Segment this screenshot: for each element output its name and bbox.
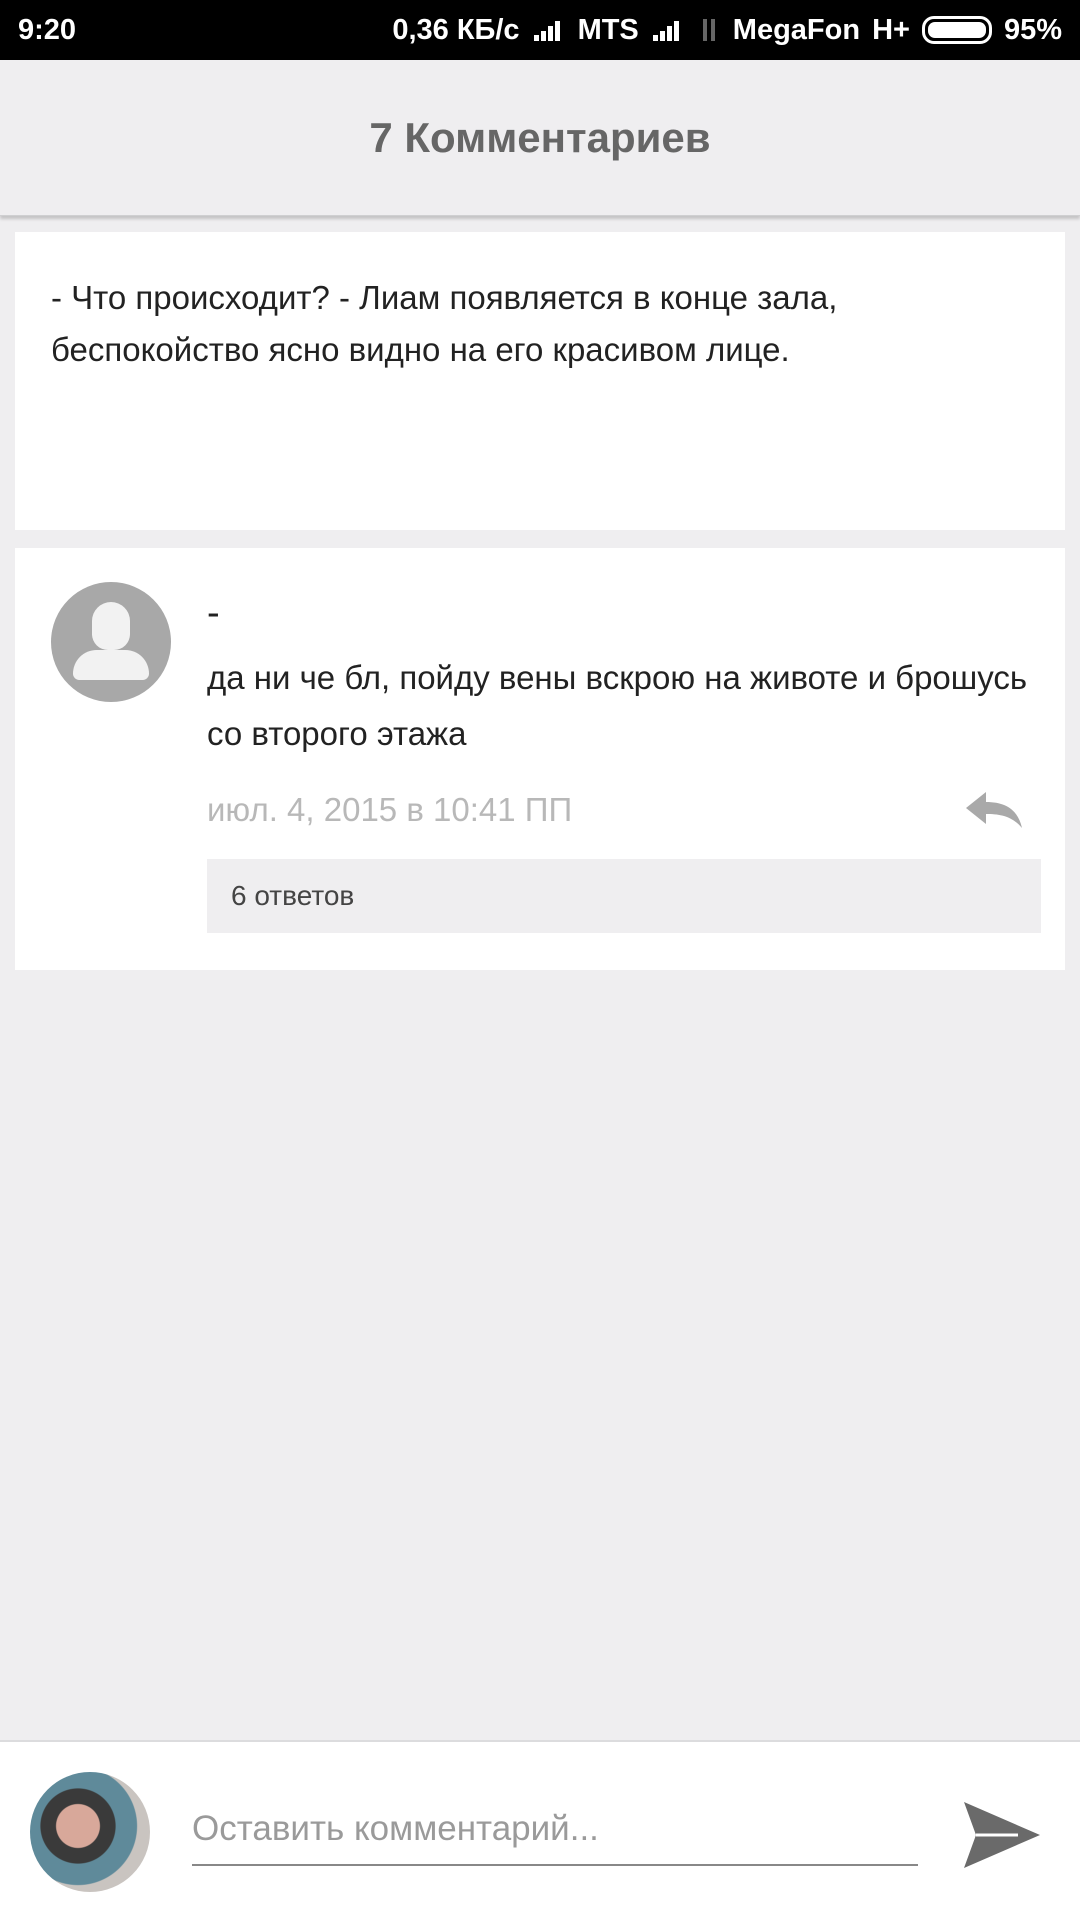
view-replies-button[interactable]: 6 ответов — [207, 859, 1041, 933]
signal-icon-2 — [651, 17, 685, 43]
send-button[interactable] — [958, 1792, 1044, 1878]
data-transfer-icon — [697, 17, 721, 43]
replies-count: 6 ответов — [231, 880, 355, 911]
comment-composer — [0, 1740, 1080, 1920]
battery-icon — [921, 16, 992, 44]
signal-icon — [532, 17, 566, 43]
send-icon — [964, 1802, 1040, 1868]
battery-percent: 95% — [1003, 13, 1062, 46]
page-title: 7 Комментариев — [369, 113, 711, 161]
status-bar: 9:20 0,36 КБ/с MTS MegaFon H+ 95% — [0, 0, 1080, 60]
comment-item: - да ни че бл, пойду вены вскрою на живо… — [15, 548, 1065, 970]
carrier-1: MTS — [577, 13, 639, 46]
excerpt-text: - Что происходит? - Лиам появляется в ко… — [51, 279, 838, 368]
user-avatar — [30, 1772, 150, 1892]
comment-author[interactable]: - — [207, 588, 1037, 638]
avatar-shoulders-shape — [73, 650, 149, 680]
comment-input[interactable] — [192, 1794, 918, 1866]
avatar-head-shape — [92, 602, 130, 650]
network-type: H+ — [872, 13, 910, 46]
story-excerpt: - Что происходит? - Лиам появляется в ко… — [15, 232, 1065, 530]
status-time: 9:20 — [18, 13, 77, 46]
comment-text: да ни че бл, пойду вены вскрою на животе… — [207, 659, 1028, 752]
network-speed: 0,36 КБ/с — [392, 13, 520, 46]
status-indicators: 0,36 КБ/с MTS MegaFon H+ 95% — [392, 14, 1062, 47]
comment-date: июл. 4, 2015 в 10:41 ПП — [207, 791, 573, 828]
carrier-2: MegaFon — [732, 13, 861, 46]
reply-arrow-icon[interactable] — [962, 788, 1026, 832]
comment-body: - да ни че бл, пойду вены вскрою на живо… — [207, 588, 1037, 762]
commenter-avatar[interactable] — [51, 582, 171, 702]
comments-header: 7 Комментариев — [0, 60, 1080, 216]
